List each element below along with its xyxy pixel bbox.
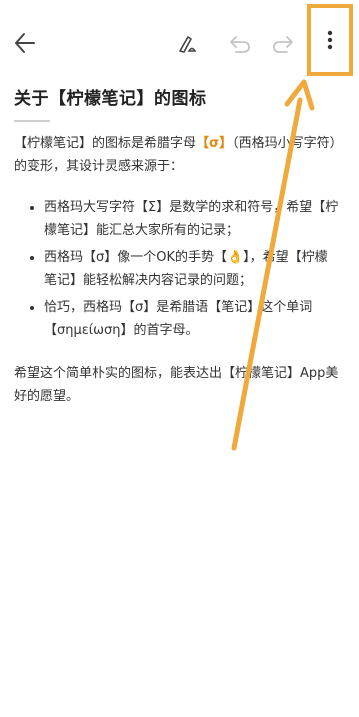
redo-button[interactable] [268,29,298,59]
top-toolbar [0,0,359,86]
list-item: 西格玛大写字符【Σ】是数学的求和符号，希望【柠檬笔记】能汇总大家所有的记录； [44,196,339,242]
intro-text-before: 【柠檬笔记】的图标是希腊字母 [14,136,197,151]
list-item: 恰巧，西格玛【σ】是希腊语【笔记】这个单词【σημείωση】的首字母。 [44,296,339,342]
sigma-highlight: 【σ】 [196,136,233,151]
undo-icon [230,36,250,53]
pen-format-icon [179,36,197,53]
title-divider [14,120,50,122]
note-title[interactable]: 关于【柠檬笔记】的图标 [14,84,207,109]
more-options-button[interactable] [307,4,353,76]
undo-button[interactable] [225,29,255,59]
redo-icon [273,36,293,53]
format-button[interactable] [172,29,202,59]
bullet-list: 西格玛大写字符【Σ】是数学的求和符号，希望【柠檬笔记】能汇总大家所有的记录； 西… [14,196,339,342]
outro-paragraph: 希望这个简单朴实的图标，能表达出【柠檬笔记】App美好的愿望。 [14,366,339,404]
note-editor-page: 关于【柠檬笔记】的图标 【柠檬笔记】的图标是希腊字母【σ】（西格玛小写字符）的变… [0,0,359,717]
note-body[interactable]: 【柠檬笔记】的图标是希腊字母【σ】（西格玛小写字符）的变形，其设计灵感来源于： … [14,132,339,408]
list-item: 西格玛【σ】像一个OK的手势【👌】，希望【柠檬笔记】能轻松解决内容记录的问题； [44,246,339,292]
arrow-left-icon [15,33,35,53]
more-vertical-icon [327,30,333,50]
back-button[interactable] [8,26,42,60]
intro-paragraph: 【柠檬笔记】的图标是希腊字母【σ】（西格玛小写字符）的变形，其设计灵感来源于： [14,132,339,178]
